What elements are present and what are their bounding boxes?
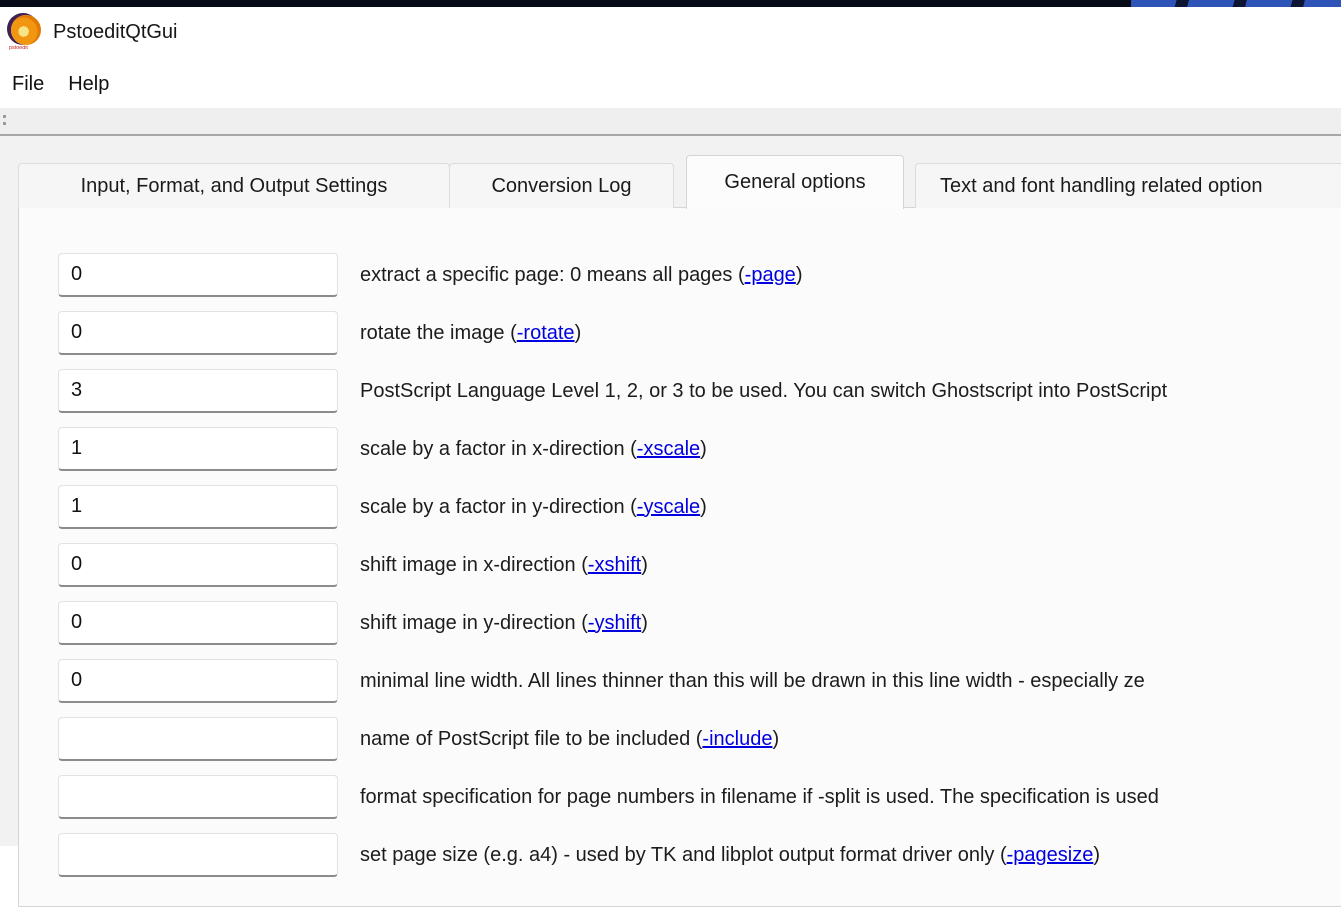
option-label: name of PostScript file to be included (…: [360, 728, 779, 751]
tab-input-format-output[interactable]: Input, Format, and Output Settings: [18, 163, 450, 208]
tab-text-font-options[interactable]: Text and font handling related option: [915, 163, 1341, 208]
option-label-text: extract a specific page: 0 means all pag…: [360, 264, 745, 286]
menu-bar: File Help: [0, 60, 1341, 108]
menu-item-file[interactable]: File: [0, 67, 56, 102]
option-input[interactable]: [58, 717, 338, 761]
option-label: scale by a factor in x-direction (-xscal…: [360, 438, 707, 461]
option-label-text: PostScript Language Level 1, 2, or 3 to …: [360, 380, 1167, 402]
option-label: minimal line width. All lines thinner th…: [360, 670, 1145, 693]
option-label-close: ): [772, 728, 779, 750]
option-row: name of PostScript file to be included (…: [58, 710, 1341, 768]
option-input[interactable]: [58, 427, 338, 471]
option-doc-link[interactable]: -rotate: [517, 322, 575, 344]
option-label-text: name of PostScript file to be included (: [360, 728, 702, 750]
option-input[interactable]: [58, 601, 338, 645]
option-row: rotate the image (-rotate): [58, 304, 1341, 362]
option-label-close: ): [1093, 844, 1100, 866]
logo-caption: pstoedit: [9, 46, 28, 51]
tab-bar: Input, Format, and Output Settings Conve…: [18, 155, 1341, 208]
option-doc-link[interactable]: -yshift: [588, 612, 641, 634]
option-input[interactable]: [58, 659, 338, 703]
option-row: shift image in x-direction (-xshift): [58, 536, 1341, 594]
logo-flame-shape: [11, 15, 41, 45]
option-input[interactable]: [58, 311, 338, 355]
option-label-close: ): [641, 612, 648, 634]
option-label-text: scale by a factor in y-direction (: [360, 496, 637, 518]
option-doc-link[interactable]: -xshift: [588, 554, 641, 576]
window-title: PstoeditQtGui: [53, 7, 178, 60]
option-row: scale by a factor in x-direction (-xscal…: [58, 420, 1341, 478]
option-label: PostScript Language Level 1, 2, or 3 to …: [360, 380, 1167, 403]
option-doc-link[interactable]: -include: [702, 728, 772, 750]
option-doc-link[interactable]: -yscale: [637, 496, 700, 518]
desktop-background-strip: [0, 0, 1341, 7]
option-row: set page size (e.g. a4) - used by TK and…: [58, 826, 1341, 884]
option-doc-link[interactable]: -pagesize: [1007, 844, 1094, 866]
option-label: extract a specific page: 0 means all pag…: [360, 264, 802, 287]
option-label: set page size (e.g. a4) - used by TK and…: [360, 844, 1100, 867]
option-row: shift image in y-direction (-yshift): [58, 594, 1341, 652]
option-label-text: scale by a factor in x-direction (: [360, 438, 637, 460]
option-label: format specification for page numbers in…: [360, 786, 1159, 809]
menu-item-help[interactable]: Help: [56, 67, 121, 102]
toolbar-strip: [0, 108, 1341, 136]
option-input[interactable]: [58, 369, 338, 413]
option-label-close: ): [641, 554, 648, 576]
option-label-text: shift image in y-direction (: [360, 612, 588, 634]
option-input[interactable]: [58, 543, 338, 587]
option-input[interactable]: [58, 253, 338, 297]
option-row: minimal line width. All lines thinner th…: [58, 652, 1341, 710]
option-input[interactable]: [58, 485, 338, 529]
option-label: shift image in y-direction (-yshift): [360, 612, 648, 635]
option-row: PostScript Language Level 1, 2, or 3 to …: [58, 362, 1341, 420]
option-label: rotate the image (-rotate): [360, 322, 581, 345]
option-label-text: shift image in x-direction (: [360, 554, 588, 576]
option-label: shift image in x-direction (-xshift): [360, 554, 648, 577]
window-titlebar: pstoedit PstoeditQtGui: [0, 7, 1341, 60]
option-row: format specification for page numbers in…: [58, 768, 1341, 826]
option-label-close: ): [700, 438, 707, 460]
option-label-text: minimal line width. All lines thinner th…: [360, 670, 1145, 692]
option-label: scale by a factor in y-direction (-yscal…: [360, 496, 707, 519]
option-doc-link[interactable]: -xscale: [637, 438, 700, 460]
form-rows: extract a specific page: 0 means all pag…: [58, 246, 1341, 884]
option-label-text: format specification for page numbers in…: [360, 786, 1159, 808]
option-row: scale by a factor in y-direction (-yscal…: [58, 478, 1341, 536]
option-input[interactable]: [58, 775, 338, 819]
option-row: extract a specific page: 0 means all pag…: [58, 246, 1341, 304]
desktop-wallpaper-stripes: [1131, 0, 1341, 7]
option-input[interactable]: [58, 833, 338, 877]
pstoedit-logo-icon: pstoedit: [9, 15, 45, 51]
option-label-close: ): [796, 264, 803, 286]
option-label-close: ): [575, 322, 582, 344]
option-doc-link[interactable]: -page: [745, 264, 796, 286]
toolbar-handle-icon: [3, 115, 7, 127]
option-label-text: rotate the image (: [360, 322, 517, 344]
tab-general-options[interactable]: General options: [686, 155, 904, 209]
tab-conversion-log[interactable]: Conversion Log: [449, 163, 674, 208]
option-label-text: set page size (e.g. a4) - used by TK and…: [360, 844, 1007, 866]
option-label-close: ): [700, 496, 707, 518]
